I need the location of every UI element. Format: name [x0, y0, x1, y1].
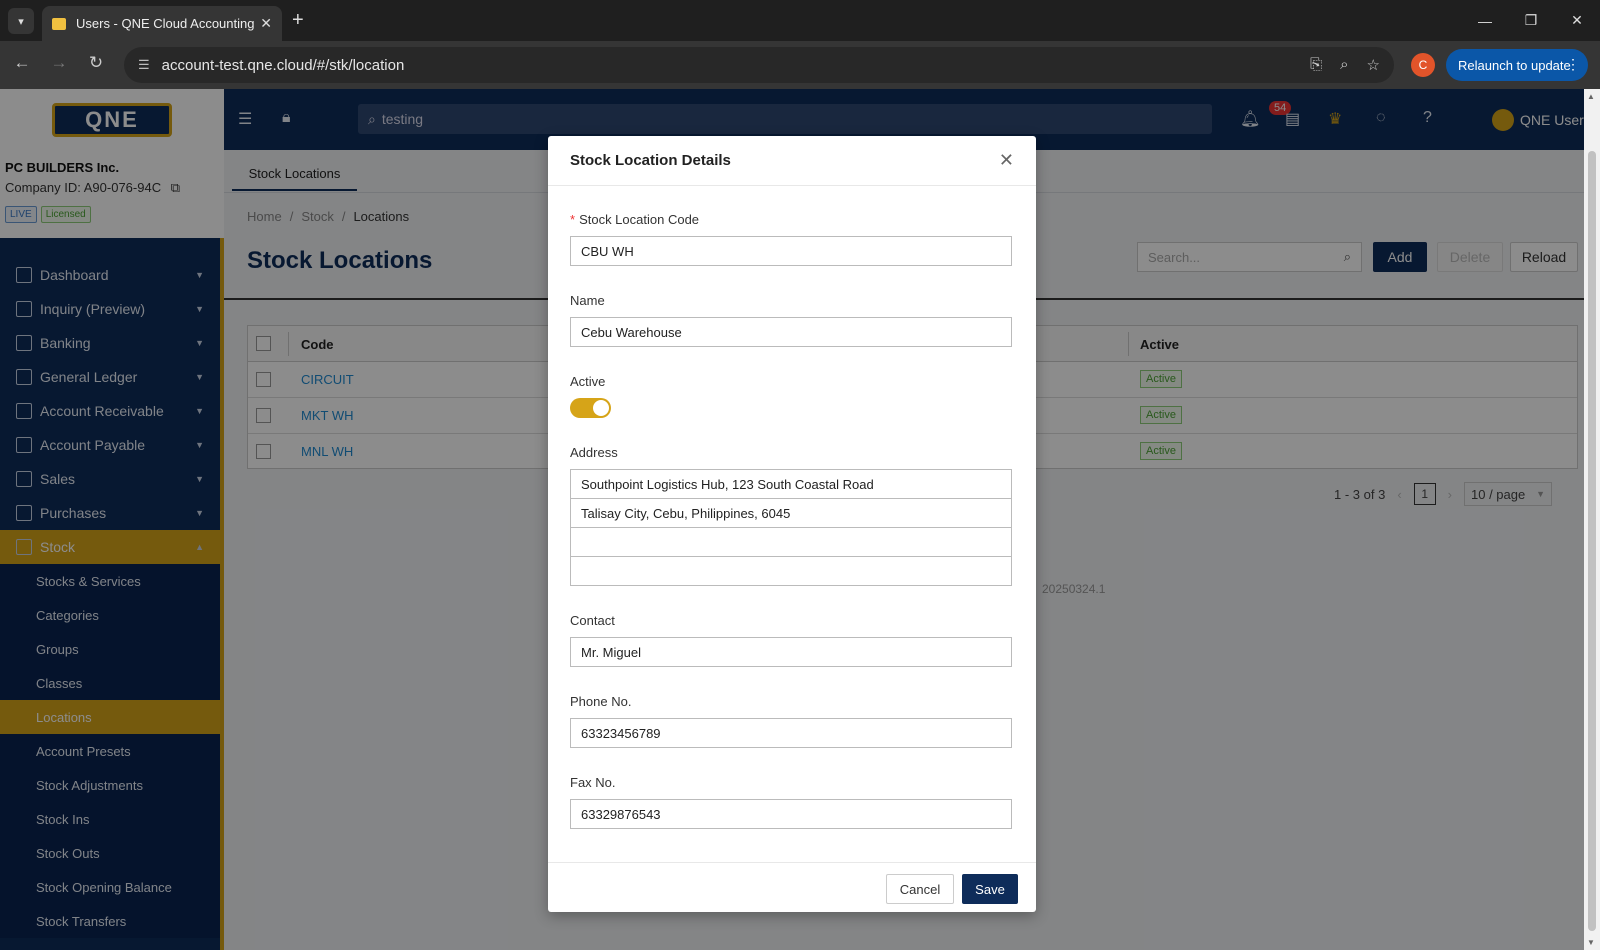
- site-info-icon[interactable]: ☰: [138, 57, 150, 73]
- zoom-icon[interactable]: ⌕: [1340, 56, 1348, 74]
- phone-field[interactable]: 63323456789: [570, 718, 1012, 748]
- stock-location-modal: Stock Location Details ✕ * Stock Location…: [548, 136, 1036, 912]
- cancel-button[interactable]: Cancel: [886, 874, 954, 904]
- forward-icon[interactable]: →: [47, 53, 71, 73]
- tab-title: Users - QNE Cloud Accounting: [76, 16, 255, 31]
- scroll-thumb[interactable]: [1588, 151, 1596, 931]
- window-controls: — ❐ ✕: [1462, 0, 1600, 41]
- code-label-text: Stock Location Code: [579, 212, 700, 227]
- restore-icon[interactable]: ❐: [1508, 0, 1554, 41]
- close-icon[interactable]: ✕: [999, 150, 1014, 171]
- scroll-up-icon[interactable]: ▲: [1587, 92, 1595, 101]
- tab-search-icon[interactable]: ▾: [8, 8, 34, 34]
- relaunch-label: Relaunch to update: [1458, 57, 1571, 73]
- code-field[interactable]: CBU WH: [570, 236, 1012, 266]
- url-text: account-test.qne.cloud/#/stk/location: [161, 56, 405, 74]
- reload-icon[interactable]: ↻: [84, 53, 108, 73]
- code-label: * Stock Location Code: [570, 212, 1014, 227]
- browser-tab[interactable]: Users - QNE Cloud Accounting ✕: [42, 6, 282, 41]
- app-root: QNE PC BUILDERS Inc. Company ID: A90-076…: [0, 89, 1584, 950]
- profile-avatar[interactable]: C: [1411, 53, 1435, 77]
- new-tab-icon[interactable]: +: [292, 10, 304, 30]
- favicon-icon: [52, 17, 66, 30]
- active-toggle[interactable]: [570, 398, 611, 418]
- page-scrollbar[interactable]: ▲ ▼: [1584, 89, 1600, 950]
- modal-title: Stock Location Details: [570, 152, 731, 169]
- name-label: Name: [570, 293, 605, 308]
- bookmark-star-icon[interactable]: ☆: [1367, 56, 1380, 74]
- close-window-icon[interactable]: ✕: [1554, 0, 1600, 41]
- install-icon[interactable]: ⎘: [1310, 56, 1322, 74]
- contact-label: Contact: [570, 613, 615, 628]
- address-line-1[interactable]: Southpoint Logistics Hub, 123 South Coas…: [570, 469, 1012, 499]
- minimize-icon[interactable]: —: [1462, 0, 1508, 41]
- required-mark: *: [570, 212, 576, 227]
- fax-field[interactable]: 63329876543: [570, 799, 1012, 829]
- address-label: Address: [570, 445, 618, 460]
- address-bar[interactable]: ☰ account-test.qne.cloud/#/stk/location …: [124, 47, 1394, 83]
- toggle-knob: [593, 400, 609, 416]
- back-icon[interactable]: ←: [10, 53, 34, 73]
- address-line-4[interactable]: [570, 556, 1012, 586]
- modal-header: Stock Location Details ✕: [548, 136, 1036, 186]
- tab-close-icon[interactable]: ✕: [260, 15, 272, 32]
- scroll-down-icon[interactable]: ▼: [1587, 938, 1595, 947]
- browser-toolbar: ← → ↻ ☰ account-test.qne.cloud/#/stk/loc…: [0, 41, 1600, 89]
- contact-field[interactable]: Mr. Miguel: [570, 637, 1012, 667]
- browser-tabbar: ▾ Users - QNE Cloud Accounting ✕ + — ❐ ✕: [0, 0, 1600, 41]
- more-menu-icon[interactable]: ⋮: [1566, 56, 1580, 73]
- fax-label: Fax No.: [570, 775, 616, 790]
- active-label: Active: [570, 374, 606, 389]
- modal-body: * Stock Location Code CBU WH Name Cebu Wa…: [548, 212, 1036, 829]
- address-line-2[interactable]: Talisay City, Cebu, Philippines, 6045: [570, 498, 1012, 528]
- name-field[interactable]: Cebu Warehouse: [570, 317, 1012, 347]
- address-line-3[interactable]: [570, 527, 1012, 557]
- relaunch-button[interactable]: Relaunch to update ⋮: [1446, 49, 1588, 81]
- modal-footer: Cancel Save: [548, 862, 1036, 912]
- phone-label: Phone No.: [570, 694, 632, 709]
- save-button[interactable]: Save: [962, 874, 1018, 904]
